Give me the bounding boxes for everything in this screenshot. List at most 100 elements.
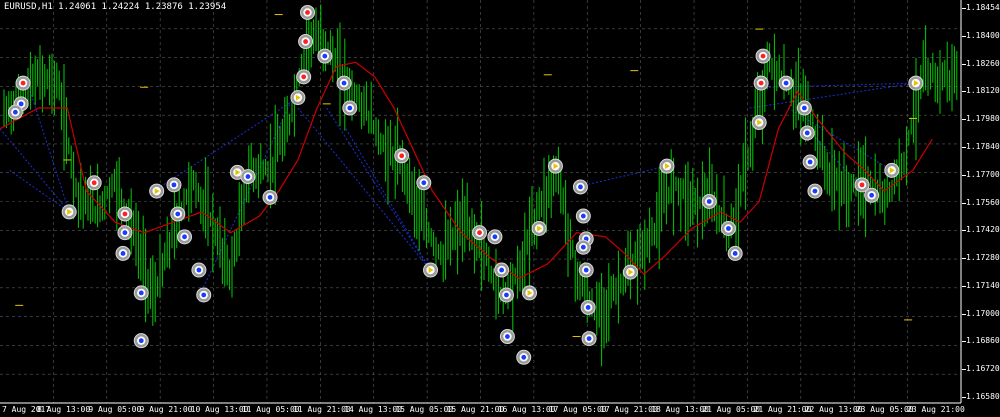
marker-dot (301, 74, 307, 80)
signal-marker-up (240, 169, 256, 185)
price-chart[interactable] (0, 0, 1000, 417)
price-tick-label: 1.17840 (966, 141, 1000, 151)
marker-dot (421, 180, 427, 186)
marker-dot (18, 101, 24, 107)
signal-marker-up (133, 285, 149, 301)
signal-marker-flag (659, 158, 675, 174)
marker-dot (305, 10, 310, 15)
signal-marker-up (578, 262, 594, 278)
marker-dot (869, 192, 875, 198)
marker-dot (122, 230, 128, 236)
marker-dot (122, 211, 128, 217)
marker-dot (492, 234, 498, 240)
marker-dot (726, 226, 731, 231)
moving-average-line (0, 61, 933, 280)
marker-dot (504, 292, 509, 298)
signal-marker-flag (884, 162, 900, 178)
time-tick-label: 11 Aug 21:00 (293, 405, 351, 414)
marker-dot (245, 174, 251, 179)
price-tick-label: 1.17700 (966, 169, 1000, 179)
signal-marker-up (802, 154, 818, 170)
signal-marker-up (117, 225, 133, 241)
marker-dot (807, 159, 813, 165)
dotted-fan-line (28, 87, 70, 213)
marker-dot (171, 182, 177, 188)
signal-marker-up (170, 206, 186, 222)
signal-marker-up (317, 48, 333, 64)
signal-marker-up (796, 100, 812, 116)
time-tick-label: 21 Aug 05:00 (702, 405, 761, 414)
marker-dot (580, 244, 586, 250)
time-tick-label: 15 Aug 05:00 (395, 405, 454, 414)
signal-marker-dn (296, 69, 312, 85)
signal-marker-up (572, 179, 588, 195)
price-tick-label: 1.17560 (966, 197, 1000, 207)
marker-dot (578, 184, 583, 190)
signal-marker-flag (908, 75, 924, 91)
marker-dot (399, 153, 405, 159)
signal-marker-up (778, 75, 794, 91)
price-tick (962, 341, 966, 343)
signal-marker-up (499, 329, 515, 345)
price-tick (962, 230, 966, 232)
signal-marker-up (580, 299, 596, 315)
price-tick-label: 1.17000 (966, 308, 1000, 318)
price-tick (962, 258, 966, 260)
time-tick-label: 18 Aug 13:00 (651, 405, 709, 414)
marker-dot (804, 130, 810, 136)
time-tick-label: 21 Aug 21:00 (753, 405, 812, 414)
marker-dot (586, 336, 592, 342)
signal-marker-up (516, 349, 532, 365)
mt-chart-window[interactable]: EURUSD,H1 1.24061 1.24224 1.23876 1.2395… (0, 0, 1000, 417)
signal-marker-dn (755, 48, 771, 64)
price-tick-label: 1.16580 (966, 392, 1000, 401)
signal-marker-up (575, 208, 591, 224)
marker-dot (347, 105, 353, 111)
signal-marker-up (807, 183, 823, 199)
marker-dot (732, 251, 738, 256)
time-tick-label: 17 Aug 21:00 (600, 405, 658, 414)
price-tick (962, 146, 966, 148)
price-tick (962, 202, 966, 204)
time-tick-label: 8 Aug 13:00 (37, 405, 91, 414)
marker-dot (175, 211, 181, 217)
signal-marker-up (196, 287, 212, 303)
signal-marker-up (262, 189, 278, 205)
marker-dot (201, 292, 207, 298)
price-tick (962, 63, 966, 65)
price-tick-label: 1.16720 (966, 364, 1000, 374)
signal-marker-up (799, 125, 815, 141)
marker-dot (120, 251, 126, 256)
price-tick (962, 313, 966, 315)
signal-marker-flag (751, 115, 767, 131)
price-tick (962, 91, 966, 93)
time-tick-label: 23 Aug 05:00 (855, 405, 914, 414)
signal-marker-flag (149, 183, 165, 199)
signal-marker-up (115, 245, 131, 261)
signal-marker-flag (522, 285, 538, 301)
time-tick-label: 9 Aug 05:00 (88, 405, 142, 414)
time-tick-label: 10 Aug 13:00 (190, 405, 249, 414)
signal-marker-dn (753, 75, 769, 91)
time-tick-label: 22 Aug 13:00 (804, 405, 863, 414)
dotted-fan-line (201, 87, 299, 292)
signal-marker-flag (423, 262, 439, 278)
signal-marker-dn (117, 206, 133, 222)
marker-dot (196, 267, 202, 273)
signal-marker-up (336, 75, 352, 91)
time-tick-label: 14 Aug 13:00 (344, 405, 402, 414)
marker-dot (499, 267, 505, 273)
signal-marker-up (487, 229, 503, 245)
signal-marker-up (575, 239, 591, 255)
signal-marker-dn (15, 75, 31, 91)
price-tick (962, 397, 966, 398)
marker-dot (758, 80, 764, 86)
marker-dot (182, 234, 187, 240)
marker-dot (706, 199, 712, 204)
price-tick-label: 1.17280 (966, 253, 1000, 263)
dotted-fan-line (297, 107, 431, 271)
dotted-fan-line (153, 97, 299, 192)
signal-marker-flag (547, 158, 563, 174)
price-tick-label: 1.18260 (966, 58, 1000, 68)
signal-marker-up (7, 104, 23, 120)
